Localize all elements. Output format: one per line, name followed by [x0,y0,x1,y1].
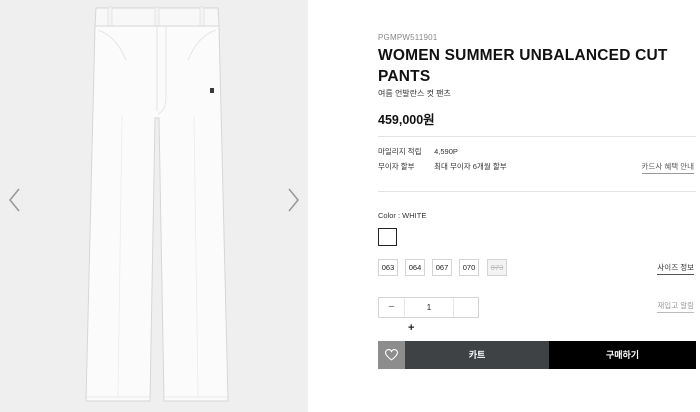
chevron-left-icon [8,188,20,212]
mileage-value: 4,590P [434,147,458,156]
purchase-actions: 카트 구매하기 [378,341,696,369]
product-gallery [0,0,308,412]
quantity-stepper: – 1 [378,297,479,318]
installment-value: 최대 무이자 6개월 할부 [434,162,507,171]
color-label: Color : WHITE [378,211,427,220]
product-image [85,6,229,402]
mileage-label: 마일리지 적립 [378,147,422,156]
quantity-increase-button[interactable]: + [408,322,414,334]
product-subtitle: 여름 언발란스 컷 팬츠 [378,89,451,98]
size-option-063[interactable]: 063 [378,259,398,276]
wishlist-button[interactable] [378,341,405,369]
buy-now-button[interactable]: 구매하기 [549,341,696,369]
color-swatch-white[interactable] [378,228,397,246]
quantity-input[interactable]: 1 [404,298,454,317]
size-option-064[interactable]: 064 [405,259,425,276]
size-option-073-soldout: 073 [487,259,507,276]
product-code: PGMPW511901 [378,33,438,42]
installment-row: 무이자 할부 최대 무이자 6개월 할부 [378,161,507,172]
product-price: 459,000원 [378,113,435,127]
chevron-right-icon [288,188,300,212]
card-benefit-link[interactable]: 카드사 혜택 안내 [641,161,694,174]
size-guide-link[interactable]: 사이즈 정보 [657,262,694,275]
size-option-067[interactable]: 067 [432,259,452,276]
product-detail-panel: PGMPW511901 WOMEN SUMMER UNBALANCED CUT … [378,0,696,412]
restock-alert-link[interactable]: 재입고 알림 [657,300,694,313]
add-to-cart-button[interactable]: 카트 [405,341,549,369]
heart-icon [385,349,398,361]
mileage-row: 마일리지 적립 4,590P [378,146,458,157]
gallery-next-button[interactable] [284,186,302,214]
size-option-070[interactable]: 070 [459,259,479,276]
divider [378,136,696,137]
gallery-prev-button[interactable] [6,186,24,214]
quantity-decrease-button[interactable]: – [379,298,404,317]
divider [378,191,696,192]
installment-label: 무이자 할부 [378,162,415,171]
product-title: WOMEN SUMMER UNBALANCED CUT PANTS [378,47,668,85]
